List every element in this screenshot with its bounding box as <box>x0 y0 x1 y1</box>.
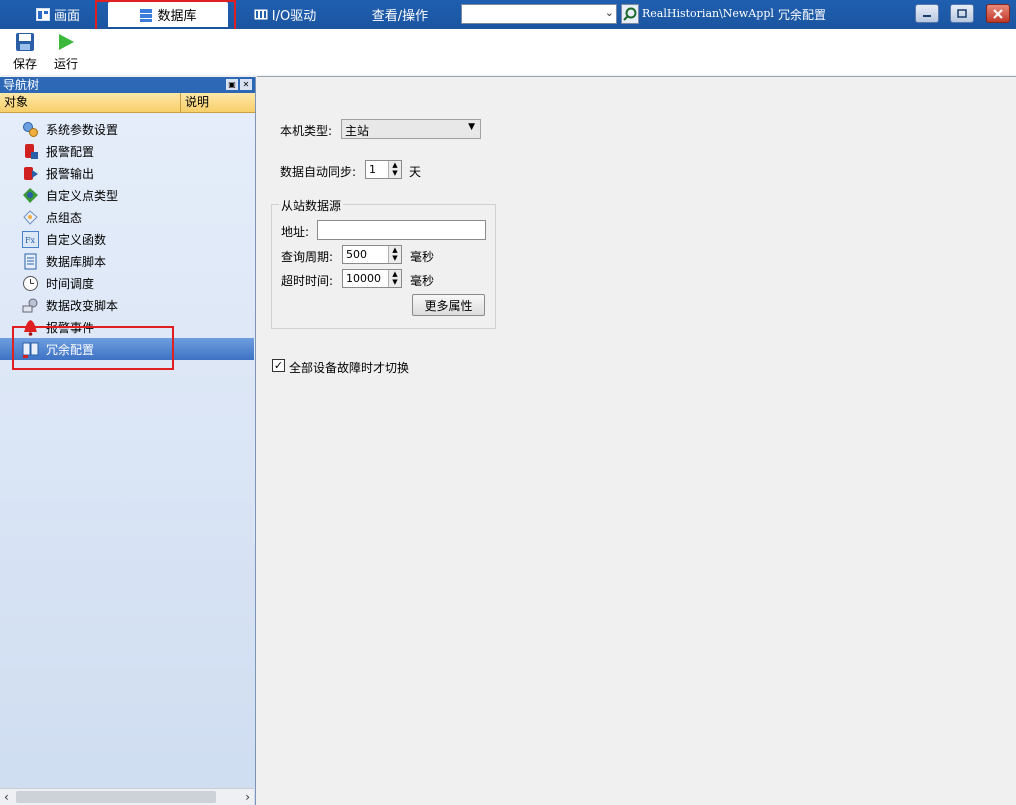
close-icon <box>993 8 1003 19</box>
svg-text:Fx: Fx <box>25 236 36 245</box>
database-icon <box>139 8 153 22</box>
scroll-left-icon[interactable]: ‹ <box>4 790 9 804</box>
project-path: RealHistorian\NewAppl <box>642 7 774 20</box>
screen-icon <box>35 8 50 21</box>
window-title: 冗余配置 <box>778 8 827 22</box>
dropdown-arrow-icon: ▼ <box>468 122 475 132</box>
app-selector-dropdown[interactable]: ⌄ <box>461 4 617 24</box>
address-label: 地址: <box>281 225 310 239</box>
timeout-spinner[interactable]: 10000 ▲ ▼ <box>342 269 402 288</box>
play-icon <box>59 34 74 50</box>
float-panel-button[interactable]: ▣ <box>226 79 238 90</box>
auto-sync-unit: 天 <box>409 165 422 179</box>
data-change-script-icon <box>22 298 38 312</box>
tree-item-alarm-event[interactable]: 报警事件 <box>0 316 254 338</box>
tree-item-alarm-output[interactable]: 报警输出 <box>0 162 254 184</box>
tab-view-operate[interactable]: 查看/操作 <box>355 2 445 27</box>
tree-item-system-params[interactable]: 系统参数设置 <box>0 118 254 140</box>
io-driver-icon <box>254 8 268 21</box>
switch-on-all-fail-label: 全部设备故障时才切换 <box>289 361 410 375</box>
timeout-unit: 毫秒 <box>410 274 435 288</box>
slave-datasource-title: 从站数据源 <box>279 197 344 214</box>
host-type-value: 主站 <box>345 124 370 138</box>
maximize-icon <box>957 9 967 18</box>
timeout-label: 超时时间: <box>281 274 334 288</box>
script-icon <box>24 253 37 269</box>
scrollbar-thumb[interactable] <box>16 791 216 803</box>
run-button[interactable]: 运行 <box>46 32 86 72</box>
more-properties-button[interactable]: 更多属性 <box>412 294 485 316</box>
spinner-up-down-icon[interactable]: ▲ ▼ <box>388 270 401 287</box>
custom-point-type-icon <box>23 187 38 203</box>
tab-screen-label: 画面 <box>53 9 80 24</box>
maximize-button[interactable] <box>950 4 974 23</box>
tab-database[interactable]: 数据库 <box>108 2 228 27</box>
save-label: 保存 <box>12 57 37 71</box>
close-panel-button[interactable]: ✕ <box>240 79 252 90</box>
minimize-icon <box>923 14 931 17</box>
tree-item-redundancy[interactable]: 冗余配置 <box>0 338 254 360</box>
spinner-up-down-icon[interactable]: ▲ ▼ <box>388 161 401 178</box>
column-object[interactable]: 对象 <box>0 93 181 112</box>
clock-icon <box>23 275 38 291</box>
magnifier-icon <box>623 7 637 21</box>
nav-panel-title: 导航树 <box>3 78 40 92</box>
spinner-up-down-icon[interactable]: ▲ ▼ <box>388 246 401 263</box>
host-type-label: 本机类型: <box>280 124 333 138</box>
minimize-button[interactable] <box>915 4 939 23</box>
tree-column-header: 对象 说明 <box>0 93 255 113</box>
horizontal-scrollbar[interactable]: ‹ › <box>0 788 254 805</box>
scroll-right-icon[interactable]: › <box>245 790 250 804</box>
tree-item-custom-function[interactable]: Fx 自定义函数 <box>0 228 254 250</box>
tab-view-operate-label: 查看/操作 <box>371 9 429 24</box>
chevron-down-icon: ⌄ <box>604 6 614 19</box>
tab-database-label: 数据库 <box>157 9 197 24</box>
poll-period-spinner[interactable]: 500 ▲ ▼ <box>342 245 402 264</box>
save-button[interactable]: 保存 <box>5 32 45 72</box>
poll-period-label: 查询周期: <box>281 250 334 264</box>
tree-item-custom-point-type[interactable]: 自定义点类型 <box>0 184 254 206</box>
host-type-select[interactable]: 主站 ▼ <box>341 119 481 139</box>
close-button[interactable] <box>986 4 1010 23</box>
tree-item-time-schedule[interactable]: 时间调度 <box>0 272 254 294</box>
auto-sync-label: 数据自动同步: <box>280 165 357 179</box>
top-tab-bar: 画面 数据库 I/O驱动 查看/操作 ⌄ RealHistorian\NewAp… <box>0 0 1016 33</box>
search-button[interactable] <box>621 4 639 24</box>
redundancy-config-form: 本机类型: 主站 ▼ 数据自动同步: 1 ▲ ▼ 天 从站数据源 地址: 查询周期… <box>257 76 1016 805</box>
auto-sync-spinner[interactable]: 1 ▲ ▼ <box>365 160 402 179</box>
navigation-tree-panel: 导航树 ▣ ✕ 对象 说明 系统参数设置 报警配置 报警输出 自定义点类型 点组… <box>0 77 256 805</box>
tab-screen[interactable]: 画面 <box>20 2 96 27</box>
point-config-icon <box>23 209 38 225</box>
address-input[interactable] <box>317 220 486 240</box>
tab-io-driver-label: I/O驱动 <box>271 9 317 24</box>
run-label: 运行 <box>53 57 78 71</box>
toolbar: 保存 运行 <box>0 29 1016 75</box>
switch-on-all-fail-checkbox[interactable]: ✓ <box>272 359 285 372</box>
tree-item-point-config[interactable]: 点组态 <box>0 206 254 228</box>
alarm-output-icon <box>24 166 38 180</box>
save-icon <box>16 33 34 51</box>
function-fx-icon: Fx <box>22 230 39 248</box>
alarm-config-icon <box>25 143 38 159</box>
poll-period-unit: 毫秒 <box>410 250 435 264</box>
nav-panel-header: 导航树 ▣ ✕ <box>0 77 255 93</box>
tree-item-alarm-config[interactable]: 报警配置 <box>0 140 254 162</box>
tree-item-data-change-script[interactable]: 数据改变脚本 <box>0 294 254 316</box>
alarm-bell-icon <box>24 319 37 336</box>
tree-item-db-script[interactable]: 数据库脚本 <box>0 250 254 272</box>
redundancy-icon <box>22 342 39 358</box>
tab-io-driver[interactable]: I/O驱动 <box>240 2 330 27</box>
gears-icon <box>23 121 38 137</box>
column-description[interactable]: 说明 <box>181 93 255 112</box>
